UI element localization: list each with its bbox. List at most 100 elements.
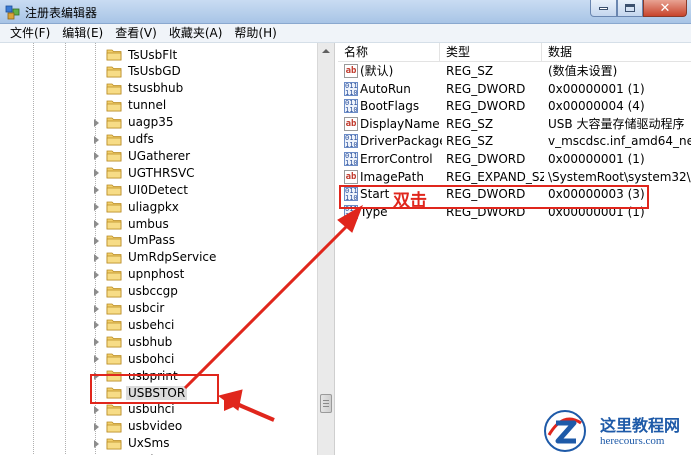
binary-value-icon: 011 110: [344, 81, 358, 97]
value-type: REG_SZ: [446, 64, 494, 78]
string-value-icon: ab: [344, 64, 358, 78]
menu-help[interactable]: 帮助(H): [228, 24, 282, 43]
watermark-name: 这里教程网: [600, 416, 681, 435]
value-type: REG_EXPAND_SZ: [446, 169, 544, 184]
folder-icon: [106, 201, 122, 213]
tree-item-label: usbhub: [128, 334, 173, 349]
expand-arrow-icon[interactable]: [94, 135, 99, 144]
binary-value-icon: 011 110: [344, 152, 358, 167]
tree-item-label: TsUsbFlt: [128, 47, 178, 62]
expand-arrow-icon[interactable]: [94, 152, 99, 161]
maximize-button[interactable]: [617, 0, 643, 17]
tree-item-label: uagp35: [128, 115, 174, 130]
column-header-name[interactable]: 名称: [338, 43, 440, 62]
tree-item[interactable]: usbccgp: [94, 283, 180, 300]
tree-item-label: usbohci: [128, 351, 175, 366]
tree-item[interactable]: uliagpkx: [94, 198, 181, 215]
tree-item-label: usbuhci: [128, 402, 175, 417]
tree-item-label: UGTHRSVC: [128, 165, 195, 180]
expand-arrow-icon[interactable]: [94, 186, 99, 195]
close-button[interactable]: ✕: [643, 0, 687, 17]
expand-arrow-icon[interactable]: [94, 422, 99, 431]
menu-favorites[interactable]: 收藏夹(A): [163, 24, 229, 43]
title-bar: 注册表编辑器 ✕: [0, 0, 691, 24]
expand-arrow-icon[interactable]: [94, 253, 99, 262]
expand-arrow-icon[interactable]: [94, 169, 99, 178]
arrow-up-icon: [322, 49, 330, 53]
tree-scrollbar[interactable]: [317, 43, 334, 455]
values-header: 名称 类型 数据: [338, 43, 691, 62]
tree-item[interactable]: UGTHRSVC: [94, 164, 197, 181]
tree-item-label: usbvideo: [128, 419, 183, 434]
tree-item[interactable]: tunnel: [106, 97, 168, 114]
column-header-data[interactable]: 数据: [542, 43, 691, 62]
window-controls: ✕: [590, 0, 687, 18]
tree-item[interactable]: TsUsbFlt: [106, 46, 179, 63]
expand-arrow-icon[interactable]: [94, 338, 99, 347]
expand-arrow-icon[interactable]: [94, 355, 99, 364]
expand-arrow-icon[interactable]: [94, 236, 99, 245]
tree-item[interactable]: udfs: [94, 131, 156, 148]
value-name: AutoRun: [360, 81, 411, 96]
watermark-logo-icon: [544, 410, 586, 452]
minimize-button[interactable]: [590, 0, 617, 17]
folder-icon: [106, 117, 122, 128]
tree-item[interactable]: UxSms: [94, 435, 171, 452]
menu-edit[interactable]: 编辑(E): [56, 24, 109, 43]
expand-arrow-icon[interactable]: [94, 270, 99, 279]
thumb-grip: [323, 406, 329, 407]
value-row[interactable]: 011 110 AutoRun REG_DWORD 0x00000001 (1): [338, 81, 691, 98]
menu-file[interactable]: 文件(F): [4, 24, 56, 43]
tree-item-label: umbus: [128, 216, 169, 231]
regedit-app-icon: [5, 5, 20, 20]
tree-item-label: UxSms: [128, 436, 170, 451]
folder-icon: [106, 438, 122, 450]
scrollbar-thumb[interactable]: [320, 394, 332, 413]
value-type: REG_DWORD: [446, 81, 526, 96]
tree-item[interactable]: usbvideo: [94, 418, 184, 435]
tree-item[interactable]: upnphost: [94, 266, 186, 283]
tree-item[interactable]: UGatherer: [94, 147, 192, 164]
expand-arrow-icon[interactable]: [94, 304, 99, 313]
tree-item[interactable]: usbehci: [94, 316, 176, 333]
close-icon: ✕: [659, 0, 671, 16]
value-row[interactable]: 011 110 ErrorControl REG_DWORD 0x00000001 (…: [338, 151, 691, 168]
tree-item[interactable]: tsusbhub: [106, 80, 185, 97]
thumb-grip: [323, 400, 329, 401]
tree-item[interactable]: UI0Detect: [94, 181, 190, 198]
tree-item[interactable]: umbus: [94, 215, 171, 232]
value-row[interactable]: ab ImagePath REG_EXPAND_SZ \SystemRoot\syst…: [338, 169, 691, 186]
folder-icon: [106, 83, 122, 95]
column-header-type[interactable]: 类型: [440, 43, 542, 62]
tree-item[interactable]: usbhub: [94, 333, 174, 350]
expand-arrow-icon[interactable]: [94, 203, 99, 212]
folder-icon: [106, 286, 122, 297]
folder-icon: [106, 353, 122, 365]
expand-arrow-icon[interactable]: [94, 287, 99, 296]
expand-arrow-icon[interactable]: [94, 321, 99, 330]
start-row-highlight: [339, 185, 649, 209]
tree-item[interactable]: usbohci: [94, 350, 176, 367]
folder-icon: [106, 269, 122, 281]
value-row[interactable]: 011 110DriverPackageId REG_SZ v_mscdsc.inf…: [338, 133, 691, 150]
tree-item[interactable]: usbcir: [94, 300, 166, 317]
tree-item[interactable]: UmPass: [94, 232, 177, 249]
menu-view[interactable]: 查看(V): [109, 24, 163, 43]
value-name: BootFlags: [360, 99, 420, 114]
folder-icon: [106, 319, 122, 331]
scroll-up-button[interactable]: [318, 43, 334, 59]
tree-item[interactable]: VaultSvc: [106, 452, 182, 455]
string-value-icon: ab: [344, 116, 358, 131]
expand-arrow-icon[interactable]: [94, 118, 99, 127]
tree-item[interactable]: TsUsbGD: [106, 63, 183, 80]
tree-item-label: UmRdpService: [128, 250, 217, 265]
tree-item[interactable]: UmRdpService: [94, 249, 218, 266]
tree-item[interactable]: uagp35: [94, 114, 175, 131]
expand-arrow-icon[interactable]: [94, 405, 99, 414]
value-row[interactable]: 011 110 BootFlags REG_DWORD 0x00000004 (4): [338, 98, 691, 115]
value-row[interactable]: ab (默认) REG_SZ (数值未设置): [338, 63, 691, 80]
folder-icon: [106, 235, 122, 247]
expand-arrow-icon[interactable]: [94, 220, 99, 228]
expand-arrow-icon[interactable]: [94, 439, 99, 448]
value-row[interactable]: ab DisplayName REG_SZ USB 大容量存储驱动程序: [338, 116, 691, 133]
